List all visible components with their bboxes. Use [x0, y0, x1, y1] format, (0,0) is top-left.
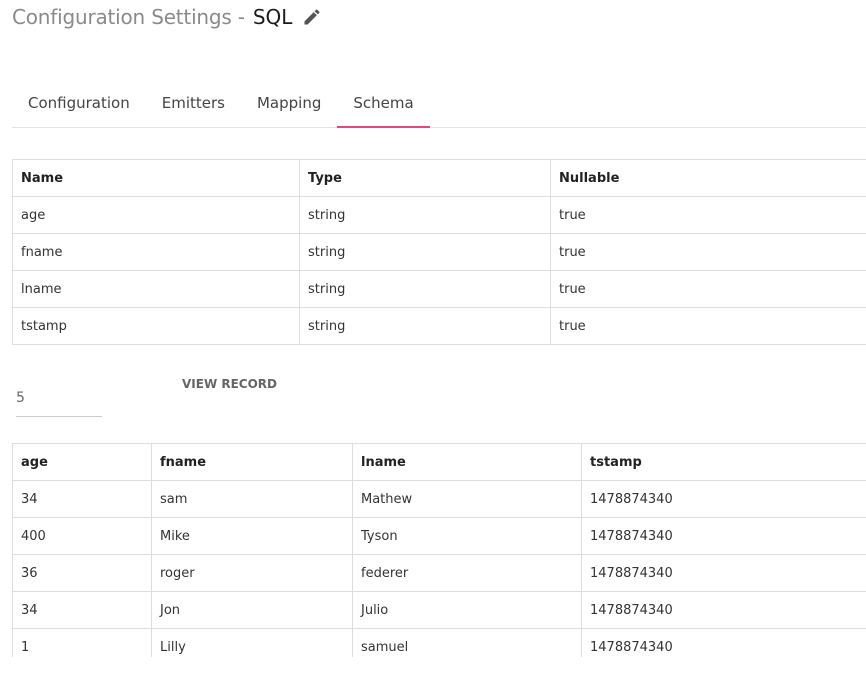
records-table: age fname lname tstamp 34 sam Mathew 147… [12, 443, 866, 657]
records-cell-tstamp: 1478874340 [581, 628, 866, 657]
records-cell-tstamp: 1478874340 [581, 480, 866, 518]
records-row: 34 sam Mathew 1478874340 [12, 480, 866, 518]
records-header-lname: lname [352, 443, 582, 481]
records-cell-fname: sam [151, 480, 353, 518]
records-cell-tstamp: 1478874340 [581, 554, 866, 592]
records-header-fname: fname [151, 443, 353, 481]
records-row: 1 Lilly samuel 1478874340 [12, 628, 866, 657]
records-row: 36 roger federer 1478874340 [12, 554, 866, 592]
records-cell-age: 400 [12, 517, 152, 555]
records-row: 400 Mike Tyson 1478874340 [12, 517, 866, 555]
page: Configuration Settings - SQL Configurati… [0, 0, 866, 682]
records-cell-lname: Julio [352, 591, 582, 629]
records-cell-fname: Jon [151, 591, 353, 629]
records-cell-fname: roger [151, 554, 353, 592]
records-cell-tstamp: 1478874340 [581, 591, 866, 629]
records-cell-age: 36 [12, 554, 152, 592]
records-cell-lname: samuel [352, 628, 582, 657]
records-header-age: age [12, 443, 152, 481]
records-cell-fname: Mike [151, 517, 353, 555]
records-cell-lname: Mathew [352, 480, 582, 518]
records-cell-lname: Tyson [352, 517, 582, 555]
records-cell-tstamp: 1478874340 [581, 517, 866, 555]
records-viewport: age fname lname tstamp 34 sam Mathew 147… [0, 0, 866, 657]
records-header-row: age fname lname tstamp [12, 443, 866, 481]
records-row: 34 Jon Julio 1478874340 [12, 591, 866, 629]
records-cell-fname: Lilly [151, 628, 353, 657]
records-header-tstamp: tstamp [581, 443, 866, 481]
records-cell-age: 1 [12, 628, 152, 657]
records-cell-lname: federer [352, 554, 582, 592]
records-cell-age: 34 [12, 591, 152, 629]
records-cell-age: 34 [12, 480, 152, 518]
